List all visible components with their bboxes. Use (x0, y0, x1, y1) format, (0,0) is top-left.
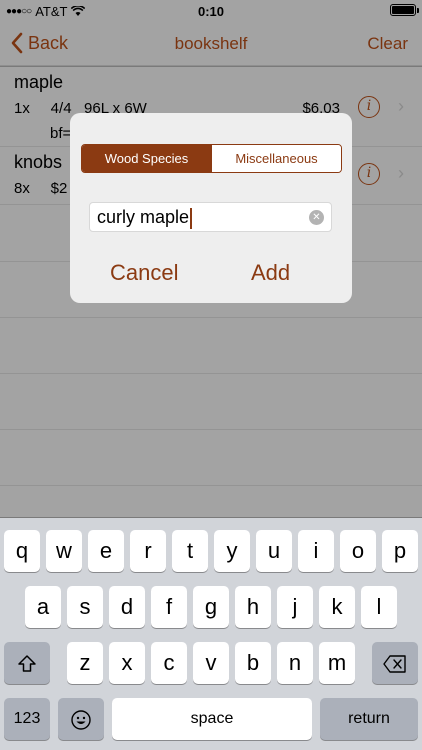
segment-miscellaneous[interactable]: Miscellaneous (211, 145, 341, 172)
key-p[interactable]: p (382, 530, 418, 572)
key-j[interactable]: j (277, 586, 313, 628)
info-icon[interactable]: i (358, 163, 380, 185)
row-separator (0, 485, 422, 486)
key-b[interactable]: b (235, 642, 271, 684)
key-t[interactable]: t (172, 530, 208, 572)
row-separator (0, 373, 422, 374)
chevron-right-icon: › (398, 96, 404, 116)
cancel-button[interactable]: Cancel (110, 260, 178, 286)
key-a[interactable]: a (25, 586, 61, 628)
delete-key[interactable] (372, 642, 418, 684)
add-item-alert: Wood Species Miscellaneous curly maple ✕… (70, 113, 352, 303)
numbers-key[interactable]: 123 (4, 698, 50, 740)
item-name: maple (14, 72, 64, 92)
key-y[interactable]: y (214, 530, 250, 572)
key-h[interactable]: h (235, 586, 271, 628)
item-name-input[interactable]: curly maple ✕ (89, 202, 332, 232)
key-r[interactable]: r (130, 530, 166, 572)
key-e[interactable]: e (88, 530, 124, 572)
key-w[interactable]: w (46, 530, 82, 572)
key-n[interactable]: n (277, 642, 313, 684)
key-i[interactable]: i (298, 530, 334, 572)
backspace-icon (383, 655, 406, 673)
key-v[interactable]: v (193, 642, 229, 684)
key-f[interactable]: f (151, 586, 187, 628)
input-value-container: curly maple (97, 207, 193, 229)
status-bar: ●●●○○ AT&T 0:10 (0, 0, 422, 22)
key-l[interactable]: l (361, 586, 397, 628)
key-z[interactable]: z (67, 642, 103, 684)
shift-icon (18, 655, 36, 672)
item-detail: 8x $2 (14, 180, 68, 197)
segment-wood-species[interactable]: Wood Species (82, 145, 211, 172)
battery-icon (390, 4, 419, 16)
key-s[interactable]: s (67, 586, 103, 628)
item-extra: bf= (50, 125, 72, 142)
emoji-key[interactable] (58, 698, 104, 740)
status-time: 0:10 (197, 4, 225, 19)
key-c[interactable]: c (151, 642, 187, 684)
category-segmented-control: Wood Species Miscellaneous (81, 144, 342, 173)
input-value: curly maple (97, 207, 190, 227)
keyboard: q w e r t y u i o p a s d f g h j k l z … (0, 518, 422, 750)
item-name: knobs (14, 152, 63, 172)
text-cursor (190, 207, 193, 229)
key-k[interactable]: k (319, 586, 355, 628)
space-key[interactable]: space (112, 698, 312, 740)
key-g[interactable]: g (193, 586, 229, 628)
row-separator (0, 317, 422, 318)
emoji-icon (71, 710, 91, 730)
chevron-right-icon: › (398, 163, 404, 183)
nav-title: bookshelf (174, 34, 248, 53)
key-u[interactable]: u (256, 530, 292, 572)
info-icon[interactable]: i (358, 96, 380, 118)
key-m[interactable]: m (319, 642, 355, 684)
shift-key[interactable] (4, 642, 50, 684)
clear-text-icon[interactable]: ✕ (309, 210, 324, 225)
return-key[interactable]: return (320, 698, 418, 740)
key-o[interactable]: o (340, 530, 376, 572)
row-separator (0, 429, 422, 430)
key-q[interactable]: q (4, 530, 40, 572)
status-right (390, 4, 419, 16)
key-d[interactable]: d (109, 586, 145, 628)
key-x[interactable]: x (109, 642, 145, 684)
navigation-bar: Back bookshelf Clear (0, 22, 422, 66)
add-button[interactable]: Add (251, 260, 290, 286)
clear-button[interactable]: Clear (367, 34, 408, 54)
